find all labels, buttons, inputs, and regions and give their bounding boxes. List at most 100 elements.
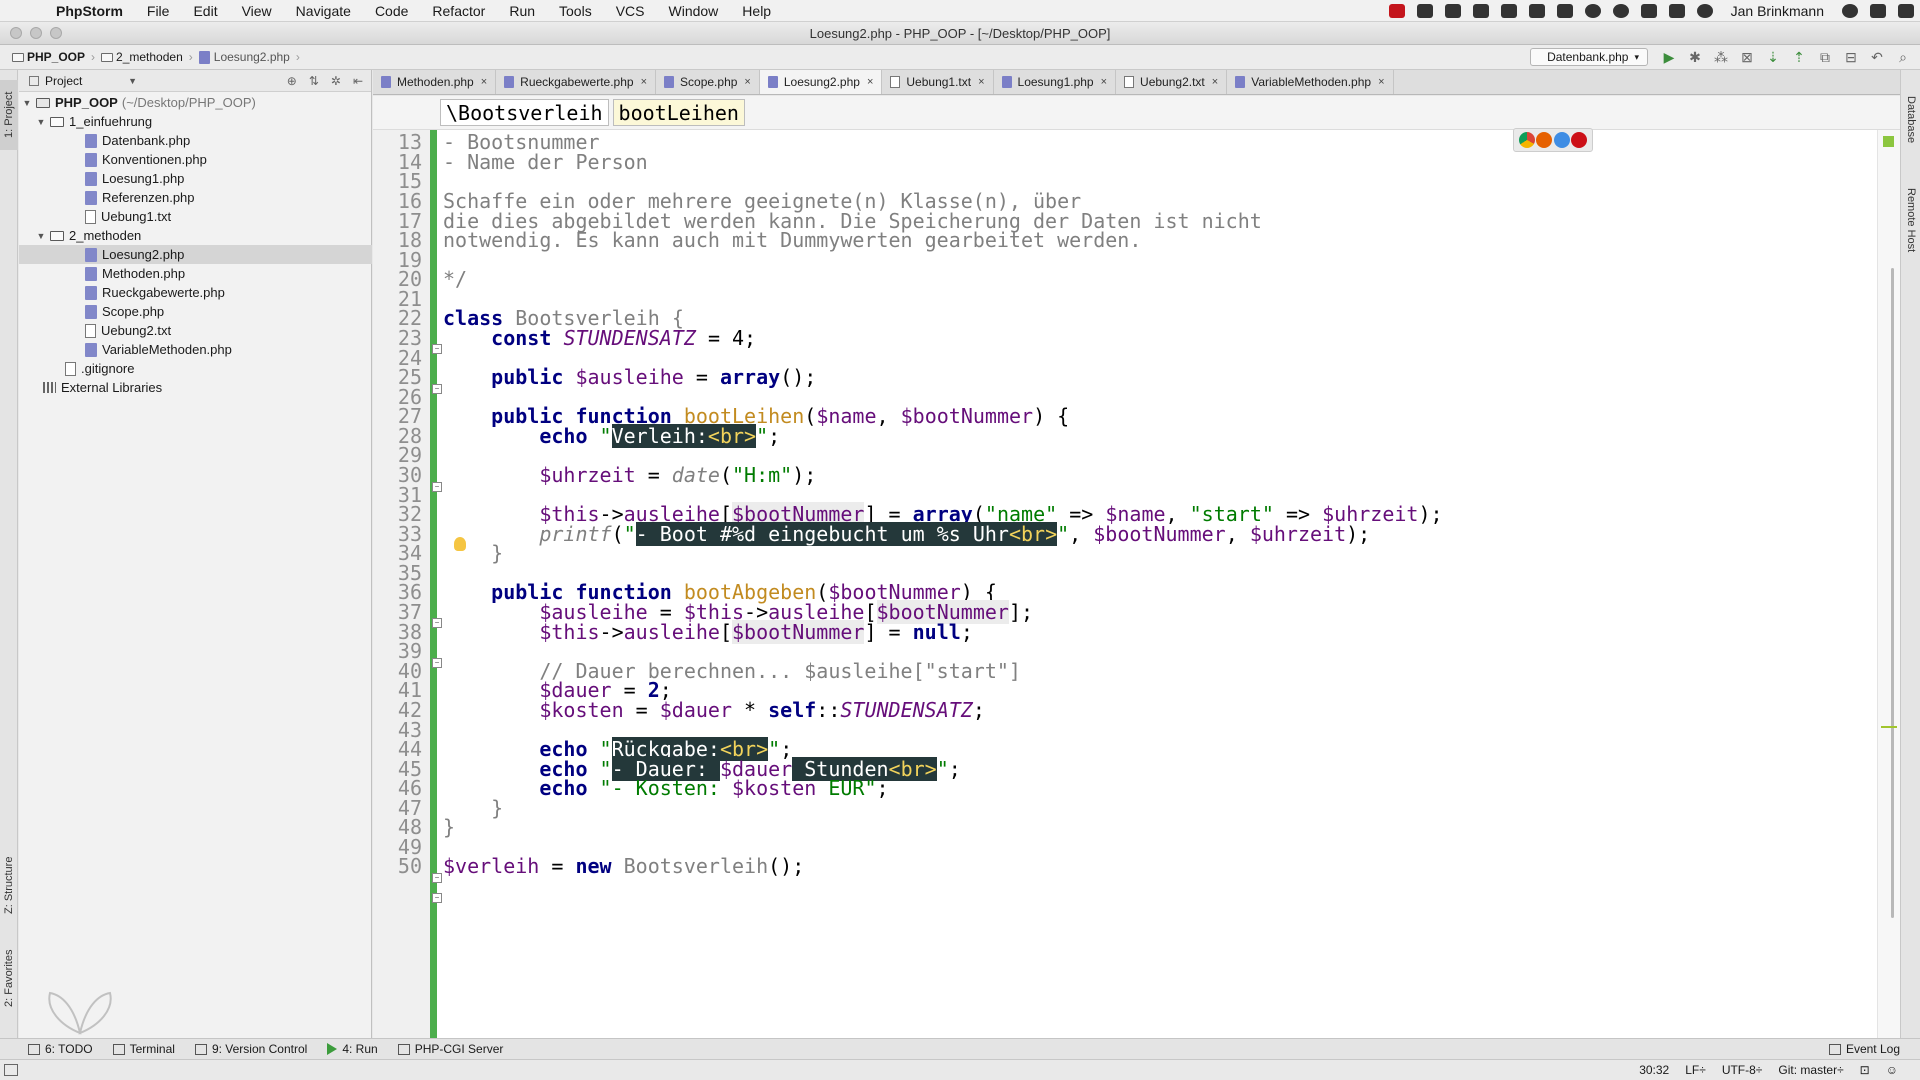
tool-tab-structure[interactable]: Z: Structure: [0, 840, 18, 930]
editor-tab[interactable]: VariableMethoden.php ×: [1227, 70, 1394, 94]
close-tab-icon[interactable]: ×: [867, 76, 873, 88]
tool-tab-remote-host[interactable]: Remote Host: [1902, 170, 1920, 270]
tool-window-event-log[interactable]: Event Log: [1819, 1042, 1910, 1056]
editor-tab-active[interactable]: Loesung2.php ×: [759, 70, 883, 94]
fold-toggle-icon[interactable]: −: [432, 618, 442, 628]
code-area[interactable]: - Bootsnummer - Name der Person Schaffe …: [443, 130, 1863, 1038]
opera-icon[interactable]: [1571, 132, 1588, 148]
inspection-status-icon[interactable]: [1883, 136, 1894, 147]
fold-toggle-icon[interactable]: −: [432, 873, 442, 883]
tool-window-php-cgi-server[interactable]: PHP-CGI Server: [388, 1042, 514, 1056]
line-number-gutter[interactable]: 13 14 15 16 17 18 19 20 21 22 23 24 25 26 27 28 29 30 31 32…: [373, 130, 433, 1038]
expand-arrow-icon[interactable]: ▼: [21, 98, 33, 108]
tree-file-selected[interactable]: Loesung2.php: [19, 245, 372, 264]
tree-file[interactable]: Uebung1.txt: [19, 207, 372, 226]
info-icon[interactable]: [1584, 3, 1601, 18]
close-tab-icon[interactable]: ×: [481, 76, 487, 88]
tree-folder-methoden[interactable]: ▼ 2_methoden: [19, 226, 372, 245]
search-everywhere-icon[interactable]: ⌕: [1894, 49, 1912, 65]
minimize-window-button[interactable]: [30, 27, 42, 39]
menu-view[interactable]: View: [230, 3, 284, 19]
editor-scrollbar[interactable]: [1877, 130, 1900, 1038]
tool-window-terminal[interactable]: Terminal: [103, 1042, 185, 1056]
stop-icon[interactable]: ⊠: [1738, 49, 1756, 65]
menu-app-name[interactable]: PhpStorm: [52, 3, 135, 19]
line-number[interactable]: 50: [398, 854, 422, 878]
tool-tab-project[interactable]: 1: Project: [0, 80, 18, 150]
editor-breadcrumb-class[interactable]: \Bootsverleih: [440, 99, 609, 126]
inspector-icon[interactable]: ☺: [1878, 1063, 1906, 1077]
vcs-update-icon[interactable]: ⇣: [1764, 49, 1782, 65]
bluetooth-icon[interactable]: [1668, 3, 1685, 18]
toggle-tool-windows-icon[interactable]: [4, 1064, 18, 1076]
editor-tab[interactable]: Uebung1.txt ×: [882, 70, 994, 94]
zoom-window-button[interactable]: [50, 27, 62, 39]
close-tab-icon[interactable]: ×: [1101, 76, 1107, 88]
git-branch[interactable]: Git: master÷: [1770, 1063, 1851, 1077]
tree-file[interactable]: Scope.php: [19, 302, 372, 321]
nav-crumb-folder[interactable]: 2_methoden: [97, 50, 187, 64]
nav-crumb-project[interactable]: PHP_OOP: [8, 50, 89, 64]
debug-icon[interactable]: ✱: [1686, 49, 1704, 65]
vcs-history-icon[interactable]: ⊟: [1842, 49, 1860, 65]
menu-help[interactable]: Help: [730, 3, 783, 19]
user-name[interactable]: Jan Brinkmann: [1719, 3, 1836, 19]
hide-panel-icon[interactable]: ⇤: [353, 74, 363, 88]
plus-icon[interactable]: [1444, 3, 1461, 18]
close-tab-icon[interactable]: ×: [744, 76, 750, 88]
menu-navigate[interactable]: Navigate: [284, 3, 363, 19]
menu-tools[interactable]: Tools: [547, 3, 604, 19]
collapse-all-icon[interactable]: ⇅: [309, 74, 319, 88]
editor-tab[interactable]: Loesung1.php ×: [994, 70, 1117, 94]
editor-breadcrumb-method[interactable]: bootLeihen: [612, 99, 745, 126]
warning-marker[interactable]: [1881, 726, 1897, 728]
editor-tab[interactable]: Uebung2.txt ×: [1116, 70, 1228, 94]
fold-toggle-icon[interactable]: −: [432, 344, 442, 354]
tool-window-version-control[interactable]: 9: Version Control: [185, 1042, 317, 1056]
tree-file[interactable]: Konventionen.php: [19, 150, 372, 169]
line-separator[interactable]: LF÷: [1677, 1063, 1714, 1077]
tree-folder-einfuehrung[interactable]: ▼ 1_einfuehrung: [19, 112, 372, 131]
time-machine-icon[interactable]: [1696, 3, 1713, 18]
menu-list-icon[interactable]: [1898, 3, 1914, 18]
fold-toggle-icon[interactable]: −: [432, 482, 442, 492]
run-configuration-select[interactable]: Datenbank.php ▾: [1530, 48, 1648, 66]
tree-file[interactable]: VariableMethoden.php: [19, 340, 372, 359]
fold-toggle-icon[interactable]: −: [432, 893, 442, 903]
notification-icon[interactable]: [1870, 3, 1886, 18]
menu-file[interactable]: File: [135, 3, 182, 19]
close-tab-icon[interactable]: ×: [1212, 76, 1218, 88]
volume-icon[interactable]: [1640, 3, 1657, 18]
lock-icon[interactable]: [1556, 3, 1573, 18]
firefox-icon[interactable]: [1536, 132, 1553, 148]
nav-crumb-file[interactable]: Loesung2.php: [195, 50, 294, 64]
menu-edit[interactable]: Edit: [181, 3, 229, 19]
menu-vcs[interactable]: VCS: [604, 3, 657, 19]
editor-tab[interactable]: Methoden.php ×: [373, 70, 497, 94]
tool-tab-favorites[interactable]: 2: Favorites: [0, 938, 18, 1018]
record-icon[interactable]: [1388, 3, 1405, 18]
expand-arrow-icon[interactable]: ▼: [35, 231, 47, 241]
tool-window-run[interactable]: 4: Run: [317, 1042, 387, 1056]
code-editor[interactable]: \Bootsverleih bootLeihen 13 14 15 16 17 18 19 2…: [373, 96, 1900, 1038]
vcs-compare-icon[interactable]: ⧉: [1816, 49, 1834, 65]
evernote-icon[interactable]: [1528, 3, 1545, 18]
project-view-select[interactable]: Project ▼: [29, 74, 137, 88]
run-icon[interactable]: ▶: [1660, 49, 1678, 65]
cloud-icon[interactable]: [1612, 3, 1629, 18]
tree-file[interactable]: Datenbank.php: [19, 131, 372, 150]
fold-toggle-icon[interactable]: −: [432, 658, 442, 668]
scrollbar-thumb[interactable]: [1891, 268, 1894, 918]
tree-file-gitignore[interactable]: .gitignore: [19, 359, 372, 378]
close-window-button[interactable]: [10, 27, 22, 39]
dropbox-icon[interactable]: [1416, 3, 1433, 18]
tree-root[interactable]: ▼ PHP_OOP (~/Desktop/PHP_OOP): [19, 93, 372, 112]
menu-window[interactable]: Window: [657, 3, 731, 19]
chrome-icon[interactable]: [1518, 132, 1535, 148]
tree-file[interactable]: Uebung2.txt: [19, 321, 372, 340]
tree-file[interactable]: Rueckgabewerte.php: [19, 283, 372, 302]
coverage-icon[interactable]: ⁂: [1712, 49, 1730, 65]
fold-toggle-icon[interactable]: −: [432, 384, 442, 394]
scroll-from-source-icon[interactable]: ⊕: [287, 74, 297, 88]
caret-position[interactable]: 30:32: [1631, 1063, 1677, 1077]
